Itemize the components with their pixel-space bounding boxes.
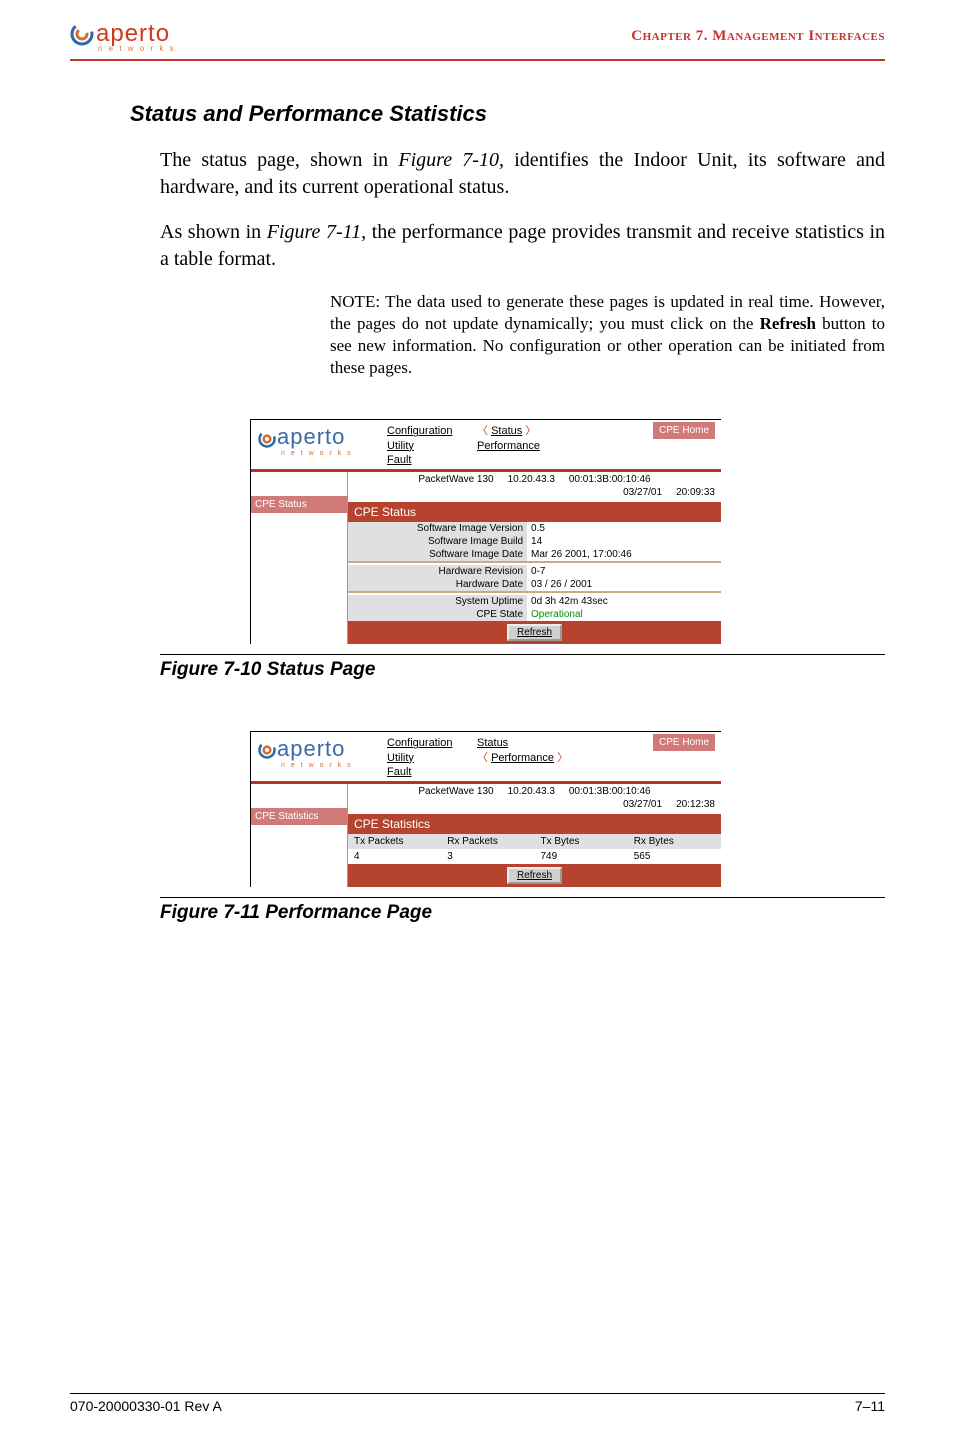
col-rx-packets: Rx Packets	[441, 834, 534, 849]
note-paragraph: NOTE: The data used to generate these pa…	[330, 291, 885, 379]
label-software-date: Software Image Date	[348, 548, 527, 562]
paragraph-1: The status page, shown in Figure 7-10, i…	[160, 147, 885, 201]
swirl-icon	[257, 429, 277, 449]
paragraph-2: As shown in Figure 7-11, the performance…	[160, 219, 885, 273]
table-row: Software Image DateMar 26 2001, 17:00:46	[348, 548, 721, 562]
value-hardware-revision: 0-7	[527, 565, 721, 578]
figure-rule	[160, 654, 885, 655]
sidebar-label-status: CPE Status	[251, 496, 347, 513]
label-hardware-date: Hardware Date	[348, 578, 527, 592]
section-heading: Status and Performance Statistics	[130, 101, 885, 127]
table-row: System Uptime0d 3h 42m 43sec	[348, 595, 721, 608]
cpe-home-button[interactable]: CPE Home	[653, 734, 715, 751]
active-marker-icon: 〉	[522, 425, 536, 437]
panel-title-statistics: CPE Statistics	[348, 814, 721, 834]
footer-doc-id: 070-20000330-01 Rev A	[70, 1398, 222, 1414]
app-logo: aperto	[257, 424, 377, 450]
nav-fault[interactable]: Fault	[387, 765, 467, 779]
brand-logo: aperto n e t w o r k s	[70, 20, 176, 53]
device-date: 03/27/01	[623, 487, 662, 498]
figure-rule	[160, 897, 885, 898]
nav-fault[interactable]: Fault	[387, 453, 467, 467]
figure-7-10-screenshot: aperto n e t w o r k s Configuration Uti…	[250, 419, 885, 644]
chapter-title: Chapter 7. Management Interfaces	[631, 28, 885, 45]
table-row: Software Image Version0.5	[348, 522, 721, 535]
logo-subtext: n e t w o r k s	[98, 44, 176, 53]
table-row: Hardware Date03 / 26 / 2001	[348, 578, 721, 592]
nav-utility[interactable]: Utility	[387, 751, 467, 765]
refresh-button[interactable]: Refresh	[507, 624, 562, 641]
figure-ref-1: Figure 7-10	[398, 149, 499, 171]
para1-text-a: The status page, shown in	[160, 149, 398, 171]
swirl-icon	[257, 740, 277, 760]
app-logo-sub: n e t w o r k s	[281, 762, 377, 769]
table-row: Hardware Revision0-7	[348, 565, 721, 578]
device-ip: 10.20.43.3	[508, 786, 555, 797]
page-footer: 070-20000330-01 Rev A 7–11	[70, 1386, 885, 1414]
nav-configuration[interactable]: Configuration	[387, 424, 467, 438]
app-logo-text: aperto	[277, 424, 345, 449]
table-row: CPE StateOperational	[348, 608, 721, 621]
table-row: Software Image Build14	[348, 535, 721, 548]
label-cpe-state: CPE State	[348, 608, 527, 621]
active-marker-icon: 〉	[554, 752, 568, 764]
device-model: PacketWave 130	[418, 474, 493, 485]
nav-status[interactable]: Status	[477, 736, 577, 750]
swirl-icon	[70, 22, 94, 46]
label-system-uptime: System Uptime	[348, 595, 527, 608]
nav-performance[interactable]: Performance	[491, 752, 554, 764]
nav-performance[interactable]: Performance	[477, 439, 577, 453]
nav-utility[interactable]: Utility	[387, 439, 467, 453]
val-rx-bytes: 565	[628, 849, 721, 864]
value-software-date: Mar 26 2001, 17:00:46	[527, 548, 721, 562]
stats-header: Tx Packets Rx Packets Tx Bytes Rx Bytes	[348, 834, 721, 849]
device-model: PacketWave 130	[418, 786, 493, 797]
cpe-home-button[interactable]: CPE Home	[653, 422, 715, 439]
sidebar-label-statistics: CPE Statistics	[251, 808, 347, 825]
device-ip: 10.20.43.3	[508, 474, 555, 485]
nav-status[interactable]: Status	[491, 425, 522, 437]
stats-row: 4 3 749 565	[348, 849, 721, 864]
label-software-version: Software Image Version	[348, 522, 527, 535]
device-time: 20:09:33	[676, 487, 715, 498]
app-logo-sub: n e t w o r k s	[281, 450, 377, 457]
value-cpe-state: Operational	[527, 608, 721, 621]
header-rule	[70, 59, 885, 61]
label-hardware-revision: Hardware Revision	[348, 565, 527, 578]
col-tx-packets: Tx Packets	[348, 834, 441, 849]
value-hardware-date: 03 / 26 / 2001	[527, 578, 721, 592]
val-rx-packets: 3	[441, 849, 534, 864]
note-bold: Refresh	[760, 314, 816, 333]
para2-text-a: As shown in	[160, 221, 267, 243]
value-software-build: 14	[527, 535, 721, 548]
device-date: 03/27/01	[623, 799, 662, 810]
value-software-version: 0.5	[527, 522, 721, 535]
nav-configuration[interactable]: Configuration	[387, 736, 467, 750]
val-tx-packets: 4	[348, 849, 441, 864]
app-logo-text: aperto	[277, 736, 345, 761]
refresh-button[interactable]: Refresh	[507, 867, 562, 884]
figure-7-10-caption: Figure 7-10 Status Page	[160, 659, 885, 681]
panel-title-status: CPE Status	[348, 502, 721, 522]
val-tx-bytes: 749	[535, 849, 628, 864]
label-software-build: Software Image Build	[348, 535, 527, 548]
figure-7-11-caption: Figure 7-11 Performance Page	[160, 902, 885, 924]
status-table: Software Image Version0.5 Software Image…	[348, 522, 721, 621]
footer-rule	[70, 1393, 885, 1394]
col-rx-bytes: Rx Bytes	[628, 834, 721, 849]
active-marker-icon: 〈	[477, 752, 491, 764]
col-tx-bytes: Tx Bytes	[535, 834, 628, 849]
figure-7-11-screenshot: aperto n e t w o r k s Configuration Uti…	[250, 731, 885, 887]
device-time: 20:12:38	[676, 799, 715, 810]
active-marker-icon: 〈	[477, 425, 491, 437]
figure-ref-2: Figure 7-11	[267, 221, 361, 243]
device-mac: 00:01:3B:00:10:46	[569, 474, 651, 485]
device-mac: 00:01:3B:00:10:46	[569, 786, 651, 797]
footer-page-number: 7–11	[855, 1398, 885, 1414]
value-system-uptime: 0d 3h 42m 43sec	[527, 595, 721, 608]
app-logo: aperto	[257, 736, 377, 762]
